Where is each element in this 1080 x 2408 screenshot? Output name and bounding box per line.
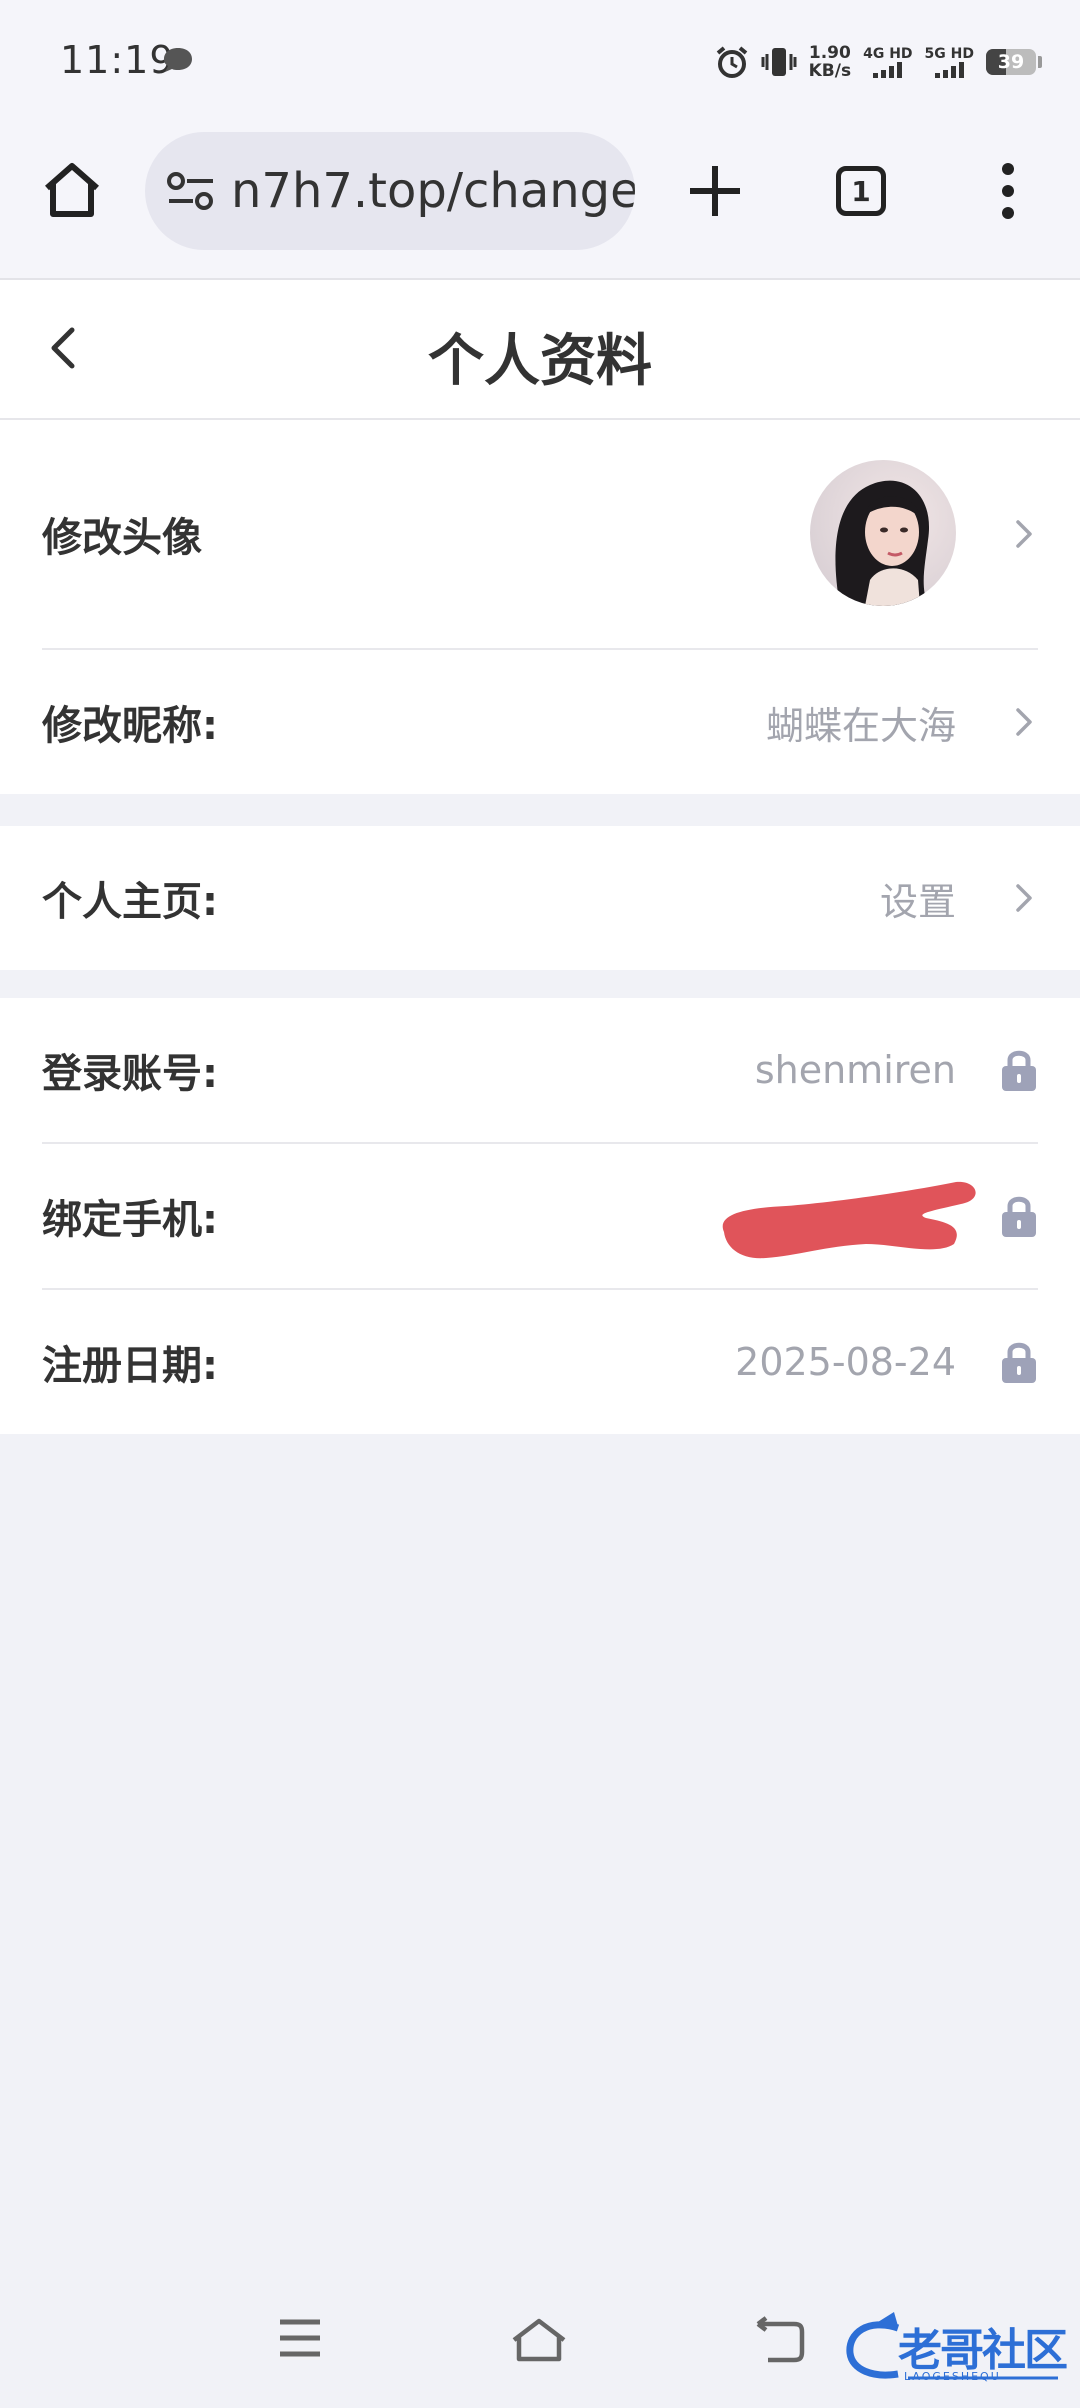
chevron-right-icon xyxy=(1016,708,1032,736)
avatar-image xyxy=(810,460,956,606)
account-row: 登录账号: shenmiren xyxy=(42,998,1038,1142)
account-value: shenmiren xyxy=(754,1048,956,1092)
sim2-signal: 5G HD xyxy=(925,46,974,78)
status-time: 11:19 xyxy=(60,38,175,82)
url-text: n7h7.top/changeP xyxy=(231,163,635,219)
page-title: 个人资料 xyxy=(428,329,652,394)
sim1-label: 4G HD xyxy=(863,46,913,62)
sim1-signal: 4G HD xyxy=(863,46,913,78)
chevron-right-icon xyxy=(1016,520,1032,548)
sim2-label: 5G HD xyxy=(924,46,974,62)
lock-icon xyxy=(1002,1196,1036,1237)
watermark-text: 老哥社区 xyxy=(898,2325,1068,2376)
plus-icon[interactable] xyxy=(680,156,750,226)
battery-level: 39 xyxy=(997,51,1025,73)
address-bar[interactable]: n7h7.top/changeP xyxy=(145,132,635,250)
browser-toolbar: n7h7.top/changeP 1 xyxy=(0,128,1080,280)
phone-label: 绑定手机: xyxy=(42,1197,218,1243)
change-nickname-row[interactable]: 修改昵称: 蝴蝶在大海 xyxy=(42,648,1038,794)
vibrate-icon xyxy=(761,48,797,76)
chevron-right-icon xyxy=(1016,884,1032,912)
browser-home-button[interactable] xyxy=(38,156,106,224)
nickname-value: 蝴蝶在大海 xyxy=(765,703,956,748)
avatar[interactable] xyxy=(810,460,956,606)
signal-bars-icon xyxy=(934,62,964,78)
network-speed-value: 1.90 xyxy=(808,43,851,63)
avatar-label: 修改头像 xyxy=(42,515,202,561)
home-icon xyxy=(45,163,99,217)
page-header: 个人资料 xyxy=(0,280,1080,420)
tune-icon[interactable] xyxy=(163,163,219,219)
watermark-subtext: LAOGESHEQU xyxy=(904,2370,1001,2383)
nickname-label: 修改昵称: xyxy=(42,703,218,749)
phone-row: 绑定手机: xyxy=(42,1142,1038,1288)
homepage-section: 个人主页: 设置 xyxy=(0,826,1080,970)
recents-menu-icon[interactable] xyxy=(276,2316,324,2360)
reg-date-row: 注册日期: 2025-08-24 xyxy=(42,1288,1038,1434)
network-speed: 1.90 KB/s xyxy=(809,44,851,80)
account-label: 登录账号: xyxy=(42,1051,218,1097)
status-indicators: 1.90 KB/s 4G HD 5G HD 39 xyxy=(715,42,1042,82)
lock-icon xyxy=(1002,1050,1036,1091)
home-nav-icon[interactable] xyxy=(508,2316,570,2364)
homepage-row[interactable]: 个人主页: 设置 xyxy=(42,826,1038,970)
account-info-section: 登录账号: shenmiren 绑定手机: 注册日期: 2025-08-24 xyxy=(0,998,1080,1434)
alarm-icon xyxy=(716,46,747,78)
status-bar: 11:19 1.90 KB/s 4G HD 5G HD 39 xyxy=(0,0,1080,128)
profile-basic-section: 修改头像 修改昵称: 蝴蝶在大海 xyxy=(0,420,1080,794)
battery-icon: 39 xyxy=(986,49,1036,75)
watermark-logo: 老哥社区 LAOGESHEQU xyxy=(838,2308,1068,2386)
reg-date-label: 注册日期: xyxy=(42,1343,218,1389)
tab-count: 1 xyxy=(851,174,871,208)
redaction-mark xyxy=(722,1181,976,1259)
back-nav-icon[interactable] xyxy=(754,2316,806,2364)
change-avatar-row[interactable]: 修改头像 xyxy=(42,420,1038,648)
signal-bars-icon xyxy=(873,62,903,78)
homepage-label: 个人主页: xyxy=(42,879,218,925)
tab-switcher-button[interactable]: 1 xyxy=(836,166,886,216)
network-speed-unit: KB/s xyxy=(808,61,852,81)
lock-icon xyxy=(1002,1342,1036,1383)
reg-date-value: 2025-08-24 xyxy=(735,1340,956,1384)
homepage-value: 设置 xyxy=(879,879,956,924)
more-vert-icon[interactable] xyxy=(985,156,1031,226)
message-icon xyxy=(164,48,192,72)
